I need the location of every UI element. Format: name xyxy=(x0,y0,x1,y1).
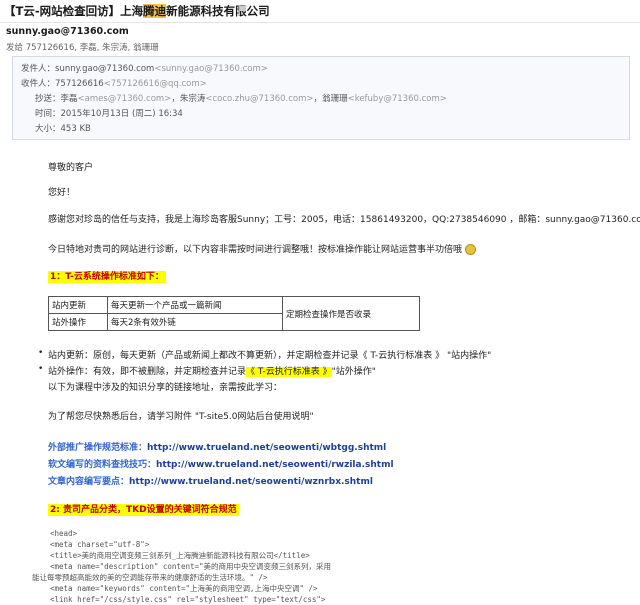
link-url-1[interactable]: http://www.trueland.net/seowenti/wbtgg.s… xyxy=(147,443,386,453)
code-line: <head> xyxy=(50,529,78,538)
code-line: 能让每零预超高能效的美的空调能存带来的健康舒适的生活环境。" /> xyxy=(32,573,268,582)
code-line: <meta name="description" content="美的商用中央… xyxy=(50,562,332,571)
table-cell-merged: 定期检查操作是否收录 xyxy=(282,296,420,331)
manual-note: 为了帮您尽快熟悉后台，请学习附件 "T-site5.0网站后台使用说明" xyxy=(48,412,314,422)
cc-name-3[interactable]: 翁珊珊 xyxy=(322,94,348,104)
link-line-2: 软文编写的资料查找技巧：http://www.trueland.net/seow… xyxy=(48,460,394,470)
code-line: <link href="/css/style.css" rel="stylesh… xyxy=(50,595,326,604)
to-row: 收件人：757126616<757126616@qq.com> xyxy=(21,79,207,89)
cc-name-1[interactable]: 李磊 xyxy=(61,94,78,104)
from-row: 发件人：sunny.gao@71360.com<sunny.gao@71360.… xyxy=(21,64,268,74)
email-subject: 【T云-网站检查回访】上海腾迪新能源科技有限公司 xyxy=(4,4,270,18)
recipients-summary: 发给 757126616, 李磊, 朱宗涛, 翁珊珊 xyxy=(6,43,159,53)
email-header-details: 发件人：sunny.gao@71360.com<sunny.gao@71360.… xyxy=(12,56,630,140)
size-row: 大小：453 KB xyxy=(35,124,91,134)
section-2-title: 2: 贵司产品分类，TKD设置的关键词符合规范 xyxy=(48,504,239,516)
diagnosis-paragraph: 今日特地对贵司的网站进行诊断，以下内容非需按时间进行调整哦！按标准操作能让网站运… xyxy=(48,242,477,255)
link-line-1: 外部推广操作规范标准：http://www.trueland.net/seowe… xyxy=(48,443,387,453)
cc-name-2[interactable]: 朱宗涛 xyxy=(180,94,206,104)
section-1-title: 1：T-云系统操作标准如下： xyxy=(48,271,166,283)
intro-paragraph: 感谢您对珍岛的信任与支持，我是上海珍岛客服Sunny；工号：2005，电话：15… xyxy=(48,215,640,225)
table-cell: 站内更新 xyxy=(48,296,108,314)
cc-row: 抄送：李磊<ames@71360.com>，朱宗涛<coco.zhu@71360… xyxy=(35,94,447,104)
email-title-bar: 【T云-网站检查回访】上海腾迪新能源科技有限公司 xyxy=(0,0,640,23)
bullet-item-2: • 站外操作：有效，即不被删除，并定期检查并记录《 T-云执行标准表 》"站外操作… xyxy=(38,364,376,377)
code-line: <meta name="keywords" content="上海美的商用空调,… xyxy=(50,584,318,593)
table-cell: 每天2条有效外链 xyxy=(107,313,283,331)
code-snippet: <head> <meta charset="utf-8"> <title>美的商… xyxy=(32,528,332,605)
smiley-icon xyxy=(465,244,477,255)
greeting: 尊敬的客户 xyxy=(48,163,94,173)
flag-icon[interactable] xyxy=(238,5,248,16)
sender-summary[interactable]: sunny.gao@71360.com xyxy=(6,26,129,37)
to-name[interactable]: 757126616 xyxy=(55,79,104,89)
table-cell: 站外操作 xyxy=(48,313,108,331)
table-cell: 每天更新一个产品或一篇新闻 xyxy=(107,296,283,314)
link-url-3[interactable]: http://www.trueland.net/seowenti/wznrbx.… xyxy=(129,477,373,487)
link-line-3: 文章内容编写要点：http://www.trueland.net/seowent… xyxy=(48,477,373,487)
links-intro: 以下为课程中涉及的知识分享的链接地址，亲需按此学习： xyxy=(48,383,283,393)
schedule-table: 站内更新 每天更新一个产品或一篇新闻 定期检查操作是否收录 站外操作 每天2条有… xyxy=(48,296,420,331)
code-line: <meta charset="utf-8"> xyxy=(50,540,150,549)
time-row: 时间：2015年10月13日 (周二) 16:34 xyxy=(35,109,183,119)
bullet-item-1: • 站内更新：原创，每天更新（产品或新闻上都改不算更新），并定期检查并记录《 T-… xyxy=(38,348,492,361)
code-line: <title>美的商用空调变频三剑系列_上海腾迪新能源科技有限公司</title… xyxy=(50,551,310,560)
hello: 您好！ xyxy=(48,188,76,198)
from-name[interactable]: sunny.gao@71360.com xyxy=(55,64,154,74)
link-url-2[interactable]: http://www.trueland.net/seowenti/rwzila.… xyxy=(156,460,394,470)
